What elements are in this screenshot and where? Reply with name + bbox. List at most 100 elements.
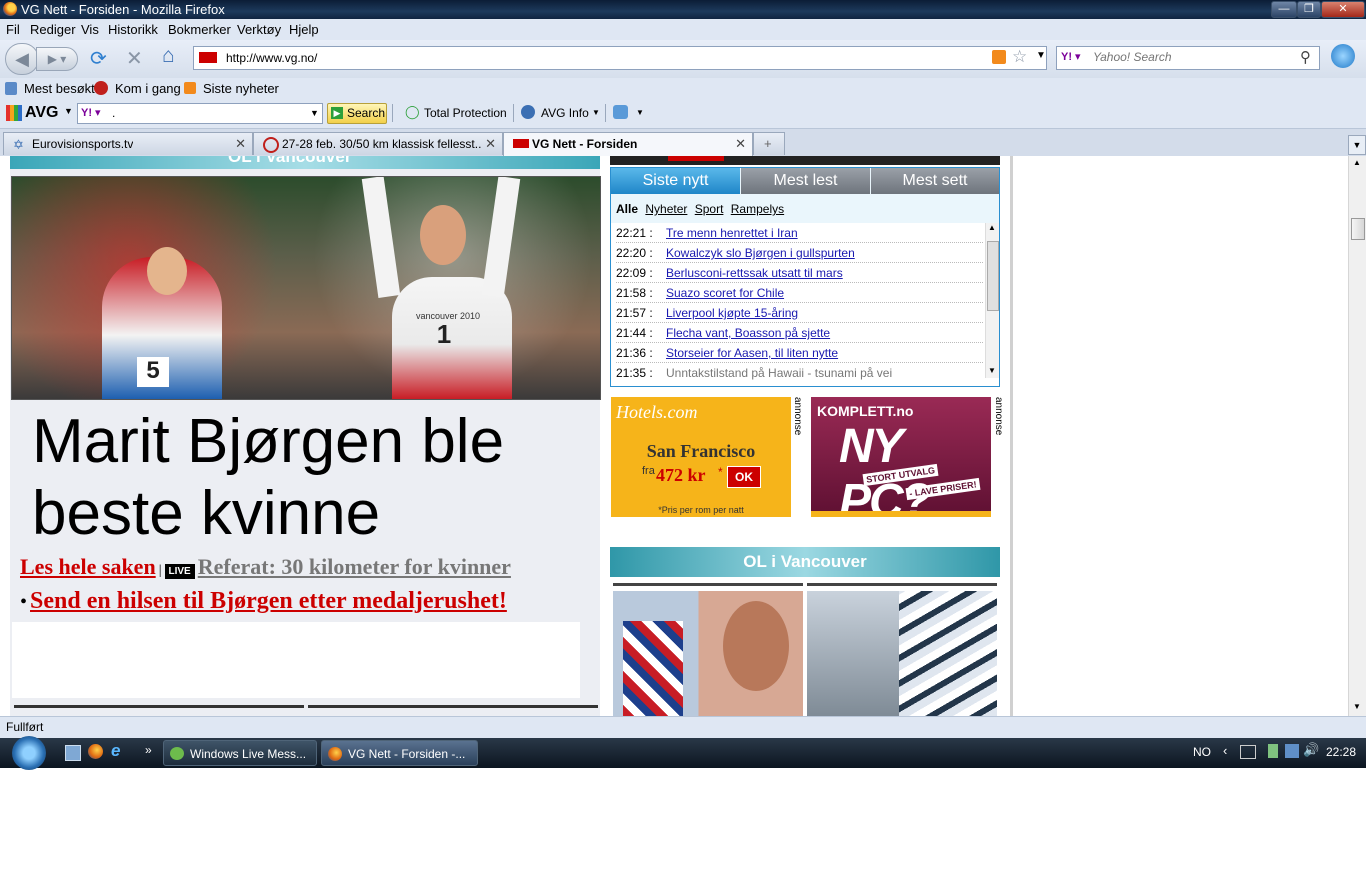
close-tab-icon[interactable]: ✕: [485, 136, 496, 152]
quicklaunch-overflow-icon[interactable]: »: [145, 743, 152, 757]
scroll-up-icon[interactable]: ▲: [1353, 158, 1361, 167]
news-link[interactable]: Berlusconi-rettssak utsatt til mars: [666, 266, 843, 280]
start-button[interactable]: [12, 736, 46, 770]
tab-klassisk-fellesstart[interactable]: 27-28 feb. 30/50 km klassisk fellesst...…: [253, 132, 503, 155]
total-protection-button[interactable]: Total Protection: [424, 106, 507, 120]
search-bar[interactable]: Y! ▾ ⚲: [1056, 46, 1320, 70]
search-icon[interactable]: ⚲: [1300, 48, 1311, 66]
tab-list-button[interactable]: ▼: [1348, 135, 1366, 155]
avg-info-button[interactable]: AVG Info: [541, 106, 589, 120]
news-link[interactable]: Tre menn henrettet i Iran: [666, 226, 798, 240]
bookmark-mest-besokt[interactable]: Mest besøkt: [24, 81, 95, 96]
bookmark-star-icon[interactable]: ☆: [1012, 47, 1027, 67]
filter-sport[interactable]: Sport: [695, 202, 724, 216]
menu-vis[interactable]: Vis: [81, 22, 99, 37]
page-scrollbar[interactable]: ▲ ▼: [1348, 156, 1366, 716]
menu-hjelp[interactable]: Hjelp: [289, 22, 319, 37]
close-tab-icon[interactable]: ✕: [235, 136, 246, 152]
avg-tools-dropdown-icon[interactable]: ▼: [636, 108, 644, 117]
url-dropdown-icon[interactable]: ▼: [1036, 50, 1046, 61]
url-bar[interactable]: http://www.vg.no/ ☆ ▼: [193, 46, 1047, 70]
news-item[interactable]: 22:20 : Kowalczyk slo Bjørgen i gullspurt…: [616, 243, 983, 263]
page-scroll-thumb[interactable]: [1351, 218, 1365, 240]
news-item[interactable]: 22:09 : Berlusconi-rettssak utsatt til ma…: [616, 263, 983, 283]
bookmark-kom-i-gang[interactable]: Kom i gang: [115, 81, 181, 96]
avg-tools-icon[interactable]: [613, 105, 628, 119]
news-item[interactable]: 21:58 : Suazo scoret for Chile: [616, 283, 983, 303]
news-item[interactable]: 21:36 : Storseier for Aasen, til liten ny…: [616, 343, 983, 363]
news-item[interactable]: 21:35 : Unntakstilstand på Hawaii - tsuna…: [616, 363, 983, 382]
news-item[interactable]: 21:44 : Flecha vant, Boasson på sjette: [616, 323, 983, 343]
tab-mest-lest[interactable]: Mest lest: [741, 168, 870, 194]
tray-battery-icon[interactable]: [1268, 744, 1278, 758]
taskbar-firefox[interactable]: VG Nett - Forsiden -...: [321, 740, 478, 766]
close-button[interactable]: ✕: [1321, 1, 1365, 18]
avg-search-button[interactable]: ▶ Search: [327, 103, 387, 124]
new-tab-button[interactable]: +: [753, 132, 785, 155]
scroll-down-icon[interactable]: ▼: [1353, 702, 1361, 711]
stop-icon[interactable]: ✕: [126, 46, 143, 71]
send-greeting-link[interactable]: Send en hilsen til Bjørgen etter medalje…: [30, 588, 507, 614]
hotels-ad[interactable]: Hotels.com San Francisco fra 472 kr * OK…: [611, 397, 791, 517]
firefox-quicklaunch-icon[interactable]: [88, 744, 103, 759]
tab-eurovisionsports[interactable]: ✡ Eurovisionsports.tv ✕: [3, 132, 253, 155]
tray-expand-icon[interactable]: ‹: [1223, 743, 1227, 758]
news-link[interactable]: Storseier for Aasen, til liten nytte: [666, 346, 838, 360]
show-desktop-icon[interactable]: [65, 745, 81, 761]
hotels-ok-button[interactable]: OK: [727, 466, 761, 488]
tab-siste-nytt[interactable]: Siste nytt: [611, 168, 740, 194]
scroll-up-icon[interactable]: ▲: [988, 223, 996, 232]
tab-mest-sett[interactable]: Mest sett: [871, 168, 999, 194]
tab-vg-nett[interactable]: VG Nett - Forsiden ✕: [503, 132, 753, 156]
tray-display-icon[interactable]: [1240, 745, 1256, 759]
scroll-down-icon[interactable]: ▼: [988, 366, 996, 375]
avg-brand[interactable]: AVG: [25, 104, 58, 122]
article-headline[interactable]: Marit Bjørgen ble beste kvinne: [32, 406, 504, 550]
rss-icon[interactable]: [992, 50, 1006, 64]
avg-search-dropdown-icon[interactable]: ▼: [310, 108, 319, 118]
ol-section-header[interactable]: OL i Vancouver: [610, 547, 1000, 577]
news-item[interactable]: 22:21 : Tre menn henrettet i Iran: [616, 223, 983, 243]
news-link[interactable]: Suazo scoret for Chile: [666, 286, 784, 300]
taskbar-messenger[interactable]: Windows Live Mess...: [163, 740, 317, 766]
news-link[interactable]: Liverpool kjøpte 15-åring: [666, 306, 798, 320]
yahoo-icon[interactable]: Y! ▾: [1061, 50, 1081, 63]
close-tab-icon[interactable]: ✕: [735, 136, 746, 152]
filter-rampelys[interactable]: Rampelys: [731, 202, 784, 216]
language-indicator[interactable]: NO: [1193, 745, 1211, 759]
news-link[interactable]: Unntakstilstand på Hawaii - tsunami på v…: [666, 366, 892, 380]
news-link[interactable]: Flecha vant, Boasson på sjette: [666, 326, 830, 340]
menu-fil[interactable]: Fil: [6, 22, 20, 37]
back-button[interactable]: ◀: [5, 43, 39, 75]
search-input[interactable]: [1091, 49, 1295, 65]
clock[interactable]: 22:28: [1326, 745, 1356, 759]
ol-photo-right[interactable]: [807, 591, 997, 716]
article-photo[interactable]: 5 vancouver 2010 1: [11, 176, 601, 400]
bookmark-siste-nyheter[interactable]: Siste nyheter: [203, 81, 279, 96]
menu-historikk[interactable]: Historikk: [108, 22, 158, 37]
menu-rediger[interactable]: Rediger: [30, 22, 76, 37]
ol-photo-left[interactable]: [613, 591, 803, 716]
menu-bokmerker[interactable]: Bokmerker: [168, 22, 231, 37]
forward-button[interactable]: ▶ ▾: [36, 47, 78, 71]
tray-network-icon[interactable]: [1285, 744, 1299, 758]
news-scrollbar[interactable]: ▲ ▼: [985, 223, 999, 378]
komplett-ad[interactable]: KOMPLETT.no NY PC? STORT UTVALG - LAVE P…: [811, 397, 991, 517]
minimize-button[interactable]: —: [1271, 1, 1297, 18]
news-item[interactable]: 21:57 : Liverpool kjøpte 15-åring: [616, 303, 983, 323]
news-link[interactable]: Kowalczyk slo Bjørgen i gullspurten: [666, 246, 855, 260]
avg-info-dropdown-icon[interactable]: ▼: [592, 108, 600, 117]
reload-icon[interactable]: ⟳: [90, 46, 107, 71]
referat-link[interactable]: Referat: 30 kilometer for kvinner: [198, 554, 511, 579]
yahoo-icon[interactable]: Y! ▾: [81, 106, 101, 119]
avg-dropdown-icon[interactable]: ▼: [64, 106, 73, 116]
ie-quicklaunch-icon[interactable]: e: [111, 741, 120, 761]
filter-alle[interactable]: Alle: [616, 202, 638, 216]
tray-volume-icon[interactable]: 🔊: [1303, 742, 1319, 758]
read-more-link[interactable]: Les hele saken: [20, 554, 156, 579]
menu-verktoy[interactable]: Verktøy: [237, 22, 281, 37]
home-icon[interactable]: ⌂: [162, 44, 175, 68]
maximize-button[interactable]: ❐: [1297, 1, 1321, 18]
messenger-icon[interactable]: [1331, 44, 1355, 68]
filter-nyheter[interactable]: Nyheter: [645, 202, 687, 216]
